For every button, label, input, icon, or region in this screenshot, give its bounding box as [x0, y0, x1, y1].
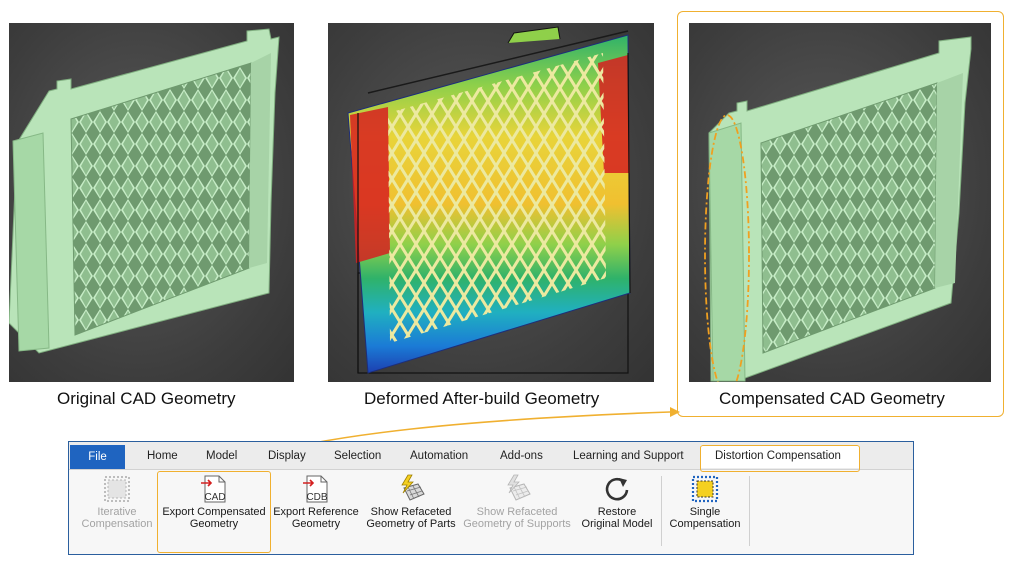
export-reference-geometry-button[interactable]: CDB Export Reference Geometry	[269, 474, 363, 530]
tab-display[interactable]: Display	[268, 450, 306, 462]
export-button-highlight	[157, 471, 271, 553]
tab-automation[interactable]: Automation	[410, 450, 468, 462]
single-compensation-label-2: Compensation	[669, 517, 741, 530]
original-cad-viewport	[9, 23, 294, 382]
deformed-geometry-viewport	[328, 23, 654, 382]
original-cad-part	[9, 28, 280, 354]
refaceted-parts-icon	[401, 474, 425, 501]
iterative-compensation-label-2: Compensation	[81, 517, 153, 530]
single-compensation-label-1: Single	[689, 506, 721, 518]
deformed-geometry-caption: Deformed After-build Geometry	[364, 389, 600, 408]
compensated-highlight-frame	[677, 11, 1004, 417]
export-reference-label-1: Export Reference	[273, 506, 359, 518]
original-cad-caption: Original CAD Geometry	[57, 389, 236, 408]
refaceted-supports-icon	[507, 474, 531, 501]
tab-add-ons[interactable]: Add-ons	[500, 450, 543, 462]
tab-learning-and-support[interactable]: Learning and Support	[573, 450, 684, 462]
tab-selection[interactable]: Selection	[334, 450, 381, 462]
single-compensation-icon	[691, 475, 719, 503]
tab-home[interactable]: Home	[147, 450, 178, 462]
show-refaceted-parts-label-1: Show Refaceted	[370, 506, 452, 518]
show-refaceted-supports-label-2: Geometry of Supports	[463, 517, 571, 530]
tab-model[interactable]: Model	[206, 450, 237, 462]
deformed-geometry-part	[347, 26, 631, 374]
export-cdb-icon: CDB	[303, 475, 328, 503]
iterative-compensation-button[interactable]: Iterative Compensation	[73, 474, 161, 530]
show-refaceted-parts-label-2: Geometry of Parts	[366, 517, 456, 530]
restore-icon	[605, 477, 629, 501]
export-cdb-icon-text: CDB	[306, 492, 327, 503]
tab-file[interactable]: File	[70, 445, 125, 469]
distortion-tab-highlight	[700, 445, 860, 472]
ribbon-separator	[661, 476, 662, 546]
export-reference-label-2: Geometry	[291, 517, 341, 530]
ribbon-separator-2	[749, 476, 750, 546]
restore-label-2: Original Model	[581, 517, 653, 530]
show-refaceted-parts-button[interactable]: Show Refaceted Geometry of Parts	[363, 474, 459, 530]
single-compensation-button[interactable]: Single Compensation	[663, 474, 747, 530]
iterative-compensation-icon	[104, 476, 130, 502]
iterative-compensation-label-1: Iterative	[97, 506, 137, 518]
show-refaceted-supports-label-1: Show Refaceted	[476, 506, 558, 518]
restore-original-model-button[interactable]: Restore Original Model	[575, 474, 659, 530]
restore-label-1: Restore	[597, 506, 637, 518]
show-refaceted-supports-button[interactable]: Show Refaceted Geometry of Supports	[458, 474, 576, 530]
